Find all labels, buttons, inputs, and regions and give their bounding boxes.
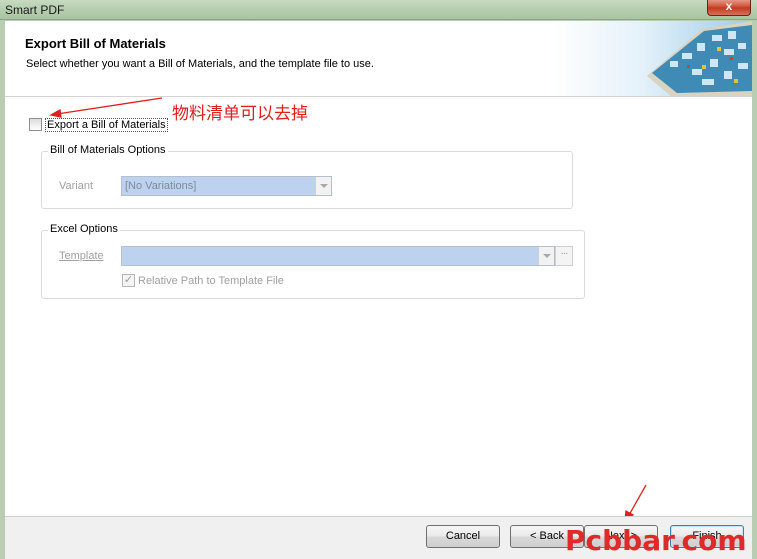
template-select[interactable]	[121, 246, 555, 266]
page-subtitle: Select whether you want a Bill of Materi…	[26, 58, 374, 70]
window-title: Smart PDF	[5, 3, 65, 17]
pcb-banner-image	[552, 21, 752, 96]
variant-label: Variant	[59, 180, 94, 192]
variant-value: [No Variations]	[125, 180, 197, 192]
close-icon: x	[725, 0, 733, 13]
export-bom-label[interactable]: Export a Bill of Materials	[45, 118, 168, 132]
finish-button[interactable]: Finish	[670, 525, 744, 548]
next-button[interactable]: Next >	[584, 525, 658, 548]
title-bar: Smart PDF x	[0, 0, 757, 20]
dialog-content: Export Bill of Materials Select whether …	[5, 21, 752, 559]
relative-path-checkbox[interactable]: ✓	[122, 274, 135, 287]
chevron-down-icon[interactable]	[315, 177, 331, 195]
chevron-down-icon[interactable]	[538, 247, 554, 265]
excel-options-legend: Excel Options	[48, 223, 120, 235]
annotation-text: 物料清单可以去掉	[172, 104, 308, 124]
template-label: Template	[59, 250, 104, 262]
relative-path-label[interactable]: Relative Path to Template File	[138, 275, 284, 287]
bom-options-legend: Bill of Materials Options	[48, 144, 168, 156]
close-button[interactable]: x	[707, 0, 751, 16]
export-bom-checkbox[interactable]	[29, 118, 42, 131]
wizard-footer: Cancel < Back Next > Finish	[5, 516, 752, 559]
variant-select[interactable]: [No Variations]	[121, 176, 332, 196]
cancel-button[interactable]: Cancel	[426, 525, 500, 548]
browse-button[interactable]: ···	[555, 246, 573, 266]
bom-options-group: Bill of Materials Options Variant [No Va…	[41, 144, 573, 209]
excel-options-group: Excel Options Template ··· ✓ Relative Pa…	[41, 223, 585, 299]
wizard-header: Export Bill of Materials Select whether …	[5, 21, 752, 97]
page-title: Export Bill of Materials	[25, 36, 166, 51]
back-button[interactable]: < Back	[510, 525, 584, 548]
